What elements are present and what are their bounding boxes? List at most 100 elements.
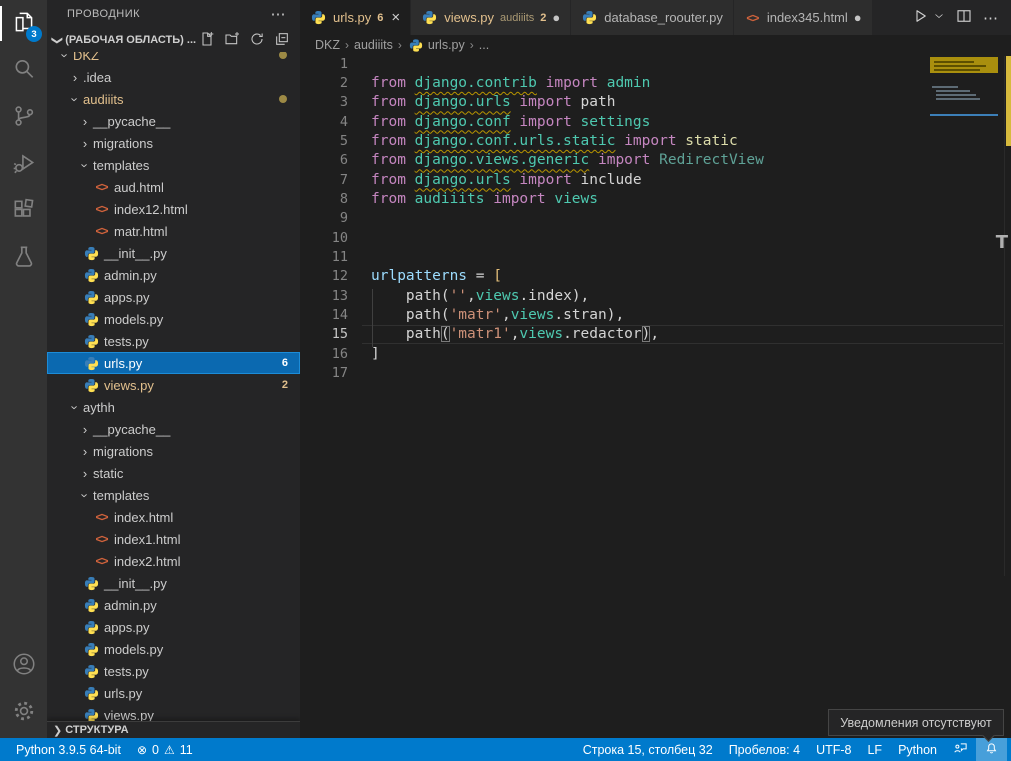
account-button[interactable] (0, 642, 47, 689)
tree-item-aythh[interactable]: ›aythh (47, 396, 300, 418)
line-number: 9 (300, 210, 348, 226)
tree-item-label: apps.py (104, 620, 150, 635)
tree-item-index12-html[interactable]: <>index12.html (47, 198, 300, 220)
breadcrumb-item[interactable]: urls.py (428, 38, 465, 52)
new-folder-icon[interactable] (224, 31, 240, 50)
breadcrumb-item[interactable]: audiiits (354, 38, 393, 52)
tree-item-index1-html[interactable]: <>index1.html (47, 528, 300, 550)
tab-index345-html[interactable]: <>index345.html● (734, 0, 872, 35)
tree-item-label: aythh (83, 400, 115, 415)
tree-item-pycache[interactable]: ›__pycache__ (47, 110, 300, 132)
python-file-icon (83, 311, 100, 327)
tree-item-models-py[interactable]: models.py (47, 308, 300, 330)
tree-item-matr-html[interactable]: <>matr.html (47, 220, 300, 242)
extensions-activity-button[interactable] (0, 188, 47, 235)
python-file-icon (83, 663, 100, 679)
tree-item-label: tests.py (104, 334, 149, 349)
breadcrumb-item[interactable]: DKZ (315, 38, 340, 52)
tree-item-tests-py[interactable]: tests.py (47, 660, 300, 682)
encoding-status[interactable]: UTF-8 (808, 738, 859, 761)
settings-button[interactable] (0, 689, 47, 736)
tree-item-tests-py[interactable]: tests.py (47, 330, 300, 352)
indentation-status[interactable]: Пробелов: 4 (721, 738, 808, 761)
tree-item-label: urls.py (104, 686, 142, 701)
views-and-more-actions-icon[interactable]: ⋯ (271, 5, 287, 23)
python-file-icon (83, 377, 100, 393)
tree-item-admin-py[interactable]: admin.py (47, 594, 300, 616)
search-activity-button[interactable] (0, 47, 47, 94)
file-tree: ›DKZ›.idea›audiiits›__pycache__›migratio… (47, 52, 300, 721)
tree-item-index2-html[interactable]: <>index2.html (47, 550, 300, 572)
tree-item-label: .idea (83, 70, 111, 85)
tree-item-pycache[interactable]: ›__pycache__ (47, 418, 300, 440)
tab-label: views.py (444, 10, 494, 25)
run-debug-activity-button[interactable] (0, 141, 47, 188)
tree-item-label: __init__.py (104, 246, 167, 261)
refresh-icon[interactable] (249, 31, 265, 50)
tree-item-views-py[interactable]: views.py2 (47, 374, 300, 396)
testing-activity-button[interactable] (0, 235, 47, 282)
tree-item-init-py[interactable]: __init__.py (47, 242, 300, 264)
tree-item-templates[interactable]: ›templates (47, 484, 300, 506)
code-line-11: 11 (300, 247, 1011, 266)
tree-item-static[interactable]: ›static (47, 462, 300, 484)
tree-item-templates[interactable]: ›templates (47, 154, 300, 176)
language-mode-status[interactable]: Python (890, 738, 945, 761)
tree-item-init-py[interactable]: __init__.py (47, 572, 300, 594)
tree-item-urls-py[interactable]: urls.py6 (47, 352, 300, 374)
split-editor-icon[interactable] (955, 7, 973, 28)
minimap[interactable] (930, 56, 1000, 176)
code-line-4: 4from django.conf import settings (300, 112, 1011, 131)
error-count: 0 (152, 743, 159, 757)
chevron-separator-icon: › (398, 38, 402, 52)
editor-group: urls.py6×views.pyaudiiits2●database_roou… (300, 0, 1011, 738)
run-button[interactable] (911, 7, 929, 28)
explorer-badge: 3 (26, 26, 42, 42)
source-control-activity-button[interactable] (0, 94, 47, 141)
outline-section-header[interactable]: ❯ СТРУКТУРА (47, 721, 300, 738)
eol-status[interactable]: LF (859, 738, 890, 761)
tree-item-aud-html[interactable]: <>aud.html (47, 176, 300, 198)
line-number: 4 (300, 114, 348, 130)
tree-item-admin-py[interactable]: admin.py (47, 264, 300, 286)
breadcrumb-item[interactable]: ... (479, 38, 489, 52)
tab-database-roouter-py[interactable]: database_roouter.py (571, 0, 733, 35)
sidebar-title: ПРОВОДНИК (67, 8, 140, 20)
tree-item-dkz[interactable]: ›DKZ (47, 52, 300, 66)
tree-item-urls-py[interactable]: urls.py (47, 682, 300, 704)
chevron-right-icon: › (77, 444, 93, 459)
tree-item-index-html[interactable]: <>index.html (47, 506, 300, 528)
feedback-button[interactable] (945, 738, 976, 761)
run-dropdown-chevron-icon[interactable] (933, 10, 945, 25)
close-tab-icon[interactable]: × (391, 9, 400, 26)
collapse-all-icon[interactable] (274, 31, 290, 50)
cursor-position-status[interactable]: Строка 15, столбец 32 (575, 738, 721, 761)
new-file-icon[interactable] (199, 31, 215, 50)
workspace-section-header[interactable]: ❯ (РАБОЧАЯ ОБЛАСТЬ) ... (47, 28, 300, 52)
explorer-activity-button[interactable]: 3 (0, 0, 47, 47)
python-file-icon (83, 619, 100, 635)
tree-item-audiiits[interactable]: ›audiiits (47, 88, 300, 110)
tree-item-apps-py[interactable]: apps.py (47, 286, 300, 308)
tree-item-models-py[interactable]: models.py (47, 638, 300, 660)
more-editor-actions-icon[interactable]: ⋯ (983, 9, 999, 27)
tree-item-views-py[interactable]: views.py (47, 704, 300, 721)
notifications-bell-button[interactable] (976, 738, 1007, 761)
chevron-separator-icon: › (470, 38, 474, 52)
tree-item-label: index.html (114, 510, 173, 525)
code-editor[interactable]: 12from django.contrib import admin3from … (300, 54, 1011, 738)
tree-item-label: index1.html (114, 532, 180, 547)
chevron-right-icon: ❯ (53, 724, 62, 737)
line-number: 16 (300, 346, 348, 362)
tree-item-migrations[interactable]: ›migrations (47, 132, 300, 154)
tree-item-apps-py[interactable]: apps.py (47, 616, 300, 638)
tree-item-idea[interactable]: ›.idea (47, 66, 300, 88)
chevron-down-icon: › (58, 52, 73, 63)
python-file-icon (83, 641, 100, 657)
python-interpreter-status[interactable]: Python 3.9.5 64-bit (8, 738, 129, 761)
tree-item-migrations[interactable]: ›migrations (47, 440, 300, 462)
tab-urls-py[interactable]: urls.py6× (300, 0, 410, 35)
tab-views-py[interactable]: views.pyaudiiits2● (411, 0, 570, 35)
code-line-3: 3from django.urls import path (300, 93, 1011, 112)
problems-status[interactable]: ⊗ 0 ⚠ 11 (129, 738, 201, 761)
